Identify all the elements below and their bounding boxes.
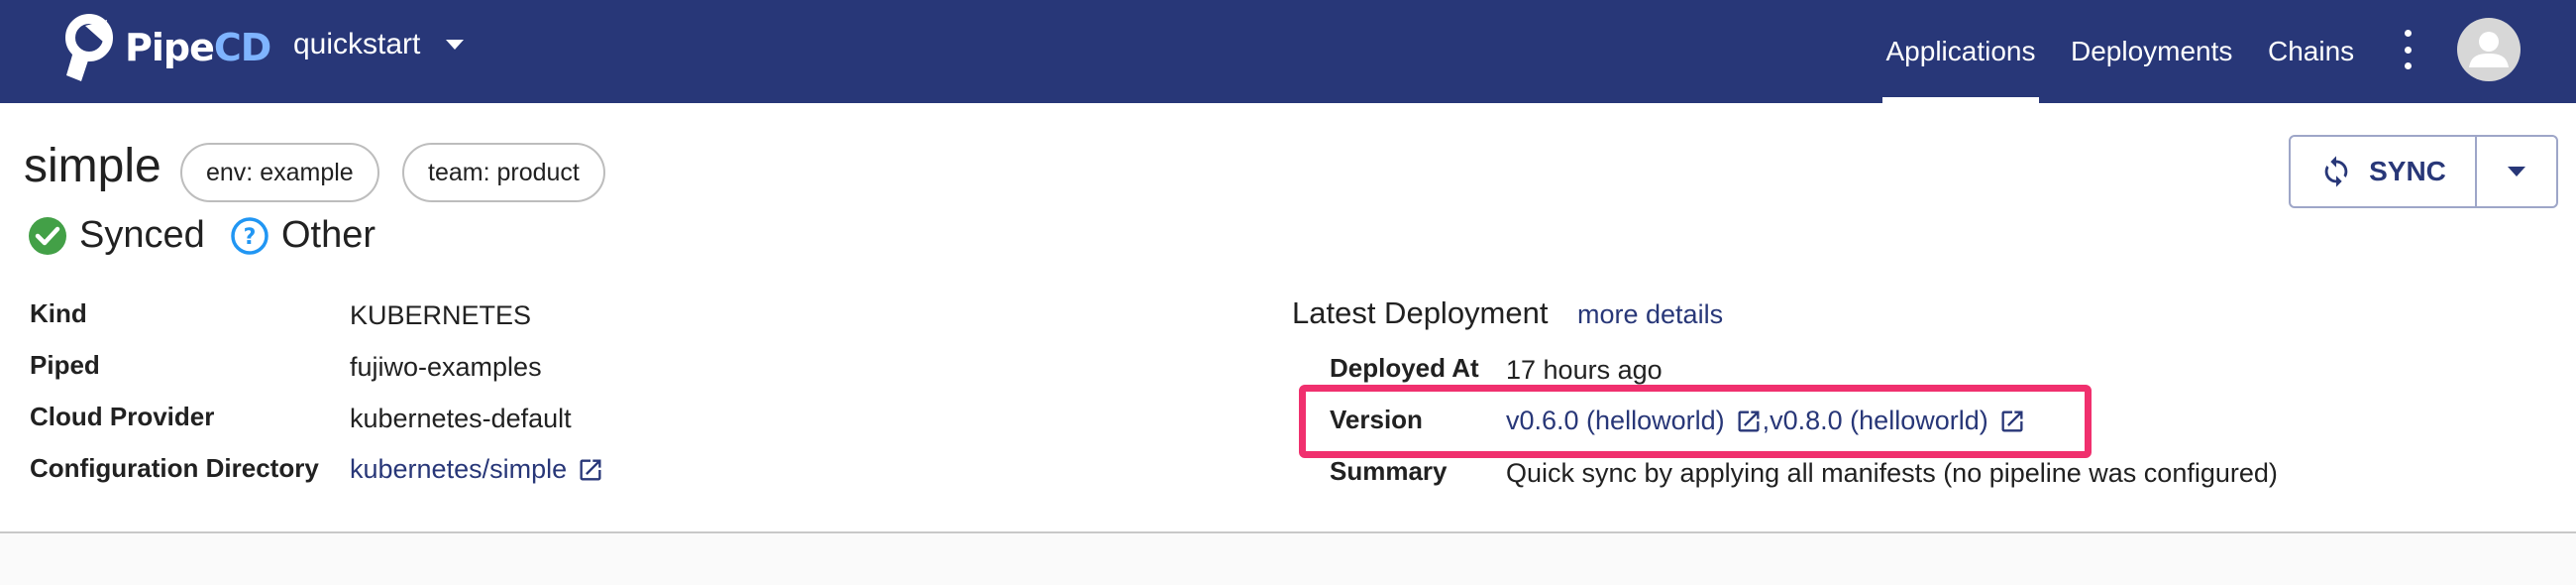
sync-icon [2324,156,2348,187]
summary-label: Summary [1330,456,1448,486]
project-name: quickstart [293,28,421,60]
more-vert-icon[interactable] [2398,30,2417,69]
chevron-down-icon [2508,167,2525,176]
sync-button[interactable]: SYNC [2291,137,2477,206]
chevron-down-icon [446,40,465,50]
cloud-provider-label: Cloud Provider [30,402,215,431]
kind-label: Kind [30,298,87,328]
latest-deployment-title: Latest Deployment [1292,295,1549,330]
nav-chains[interactable]: Chains [2268,0,2354,103]
sync-status: Synced [28,214,205,257]
sync-button-group: SYNC [2289,135,2558,208]
config-directory-text: kubernetes/simple [350,454,568,484]
application-detail-panel: simple env: example team: product Synced… [0,103,2576,533]
application-name: simple [24,140,161,192]
sync-status-label: Synced [79,214,205,256]
nav-deployments[interactable]: Deployments [2071,0,2232,103]
config-directory-link[interactable]: kubernetes/simple [350,454,604,485]
cloud-provider-value: kubernetes-default [350,404,572,433]
more-details-link[interactable]: more details [1577,299,1723,330]
health-status-label: Other [281,214,376,256]
external-link-icon [580,459,601,480]
summary-value: Quick sync by applying all manifests (no… [1506,458,2278,488]
sync-button-label: SYNC [2369,156,2446,186]
version-highlight-box [1299,385,2092,458]
label-chip-team: team: product [402,143,605,202]
check-circle-icon [29,216,66,255]
help-circle-icon: ? [231,216,268,255]
nav-applications[interactable]: Applications [1882,0,2039,103]
label-chip-env: env: example [180,143,379,202]
config-directory-label: Configuration Directory [30,453,319,483]
brand-name: PipeCD [125,26,271,69]
deployed-at-value: 17 hours ago [1506,355,1663,385]
sync-options-dropdown[interactable] [2477,137,2556,206]
pipecd-logo-icon [65,14,113,81]
pipecd-logo[interactable]: PipeCD [63,12,271,83]
piped-label: Piped [30,350,100,380]
kind-value: KUBERNETES [350,300,532,330]
health-status: ? Other [230,214,376,257]
svg-text:?: ? [244,225,257,250]
deployed-at-label: Deployed At [1330,353,1479,383]
project-selector[interactable]: quickstart [293,28,465,61]
piped-value: fujiwo-examples [350,352,542,382]
user-avatar[interactable] [2457,18,2521,81]
person-icon [2469,32,2509,67]
top-app-bar: PipeCD quickstart Applications Deploymen… [0,0,2576,103]
